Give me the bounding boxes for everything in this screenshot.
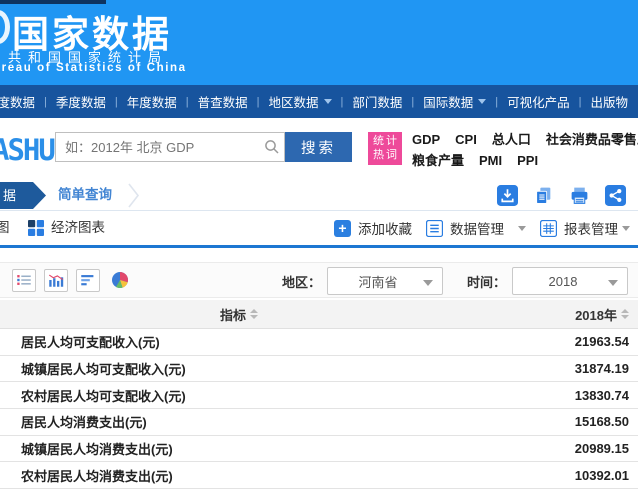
download-icon[interactable]	[497, 185, 518, 206]
indicator-cell: 居民人均消费支出(元)	[0, 412, 478, 431]
add-favorite-button[interactable]: 添加收藏	[358, 218, 412, 238]
hot-word-ppi[interactable]: PPI	[517, 153, 538, 168]
nav-item-quarterly[interactable]: 季度数据	[56, 92, 106, 111]
chevron-down-icon	[478, 99, 486, 104]
nav-separator: |	[579, 96, 582, 108]
sort-icon[interactable]	[621, 309, 629, 319]
share-icon[interactable]	[605, 185, 626, 206]
hot-words-badge: 统计 热词	[368, 132, 402, 165]
view-tabs-row: 图 经济图表 + 添加收藏 数据管理 报表管理	[0, 211, 638, 245]
indicator-cell: 居民人均可支配收入(元)	[0, 332, 478, 351]
nav-separator: |	[341, 96, 344, 108]
tab-cut-left[interactable]: 图	[0, 211, 10, 245]
hot-word-cpi[interactable]: CPI	[455, 132, 477, 147]
copy-icon[interactable]	[533, 185, 554, 206]
table-row: 农村居民人均可支配收入(元) 13830.74	[0, 382, 638, 409]
data-table: 指标 2018年 居民人均可支配收入(元) 21963.54 城镇居民人均可支配…	[0, 300, 638, 489]
chevron-down-icon	[324, 99, 332, 104]
hot-word-grain[interactable]: 粮食产量	[412, 153, 464, 168]
chevron-down-icon	[608, 280, 618, 286]
region-dropdown[interactable]: 河南省	[327, 267, 443, 295]
hot-words: GDP CPI 总人口社会消费品零售总额 粮食产量 PMI PPI	[412, 129, 638, 171]
list-view-icon[interactable]	[12, 269, 36, 292]
breadcrumb-chevron-icon	[128, 183, 140, 213]
nav-item-annual[interactable]: 年度数据	[127, 92, 177, 111]
region-label: 地区：	[282, 272, 321, 291]
column-header-indicator[interactable]: 指标	[0, 305, 478, 324]
nav-separator: |	[411, 96, 414, 108]
action-icons	[497, 185, 626, 206]
table-row: 城镇居民人均消费支出(元) 20989.15	[0, 436, 638, 463]
site-header: 国家数据 民共和国国家统计局 ureau of Statistics of Ch…	[0, 0, 638, 85]
economic-chart-icon	[28, 220, 44, 236]
search-input[interactable]	[56, 140, 260, 155]
table-row: 农村居民人均消费支出(元) 10392.01	[0, 462, 638, 489]
table-header: 指标 2018年	[0, 300, 638, 329]
dashu-logo: ASHU	[0, 133, 54, 167]
value-cell: 21963.54	[478, 334, 638, 349]
table-row: 居民人均可支配收入(元) 21963.54	[0, 329, 638, 356]
report-manage-icon	[540, 220, 557, 237]
nav-item-regional[interactable]: 地区数据	[269, 92, 332, 111]
value-cell: 10392.01	[478, 468, 638, 483]
breadcrumb-current[interactable]: 简单查询	[58, 180, 112, 210]
time-dropdown[interactable]: 2018	[512, 267, 628, 295]
nav-item-international[interactable]: 国际数据	[423, 92, 486, 111]
hot-word-population[interactable]: 总人口	[492, 132, 531, 147]
chevron-down-icon[interactable]	[518, 226, 526, 231]
search-section: ASHU 搜索 统计 热词 GDP CPI 总人口社会消费品零售总额 粮食产量 PMI…	[0, 118, 638, 180]
value-cell: 13830.74	[478, 388, 638, 403]
filter-toolbar: 地区： 河南省 时间： 2018	[0, 262, 638, 298]
add-icon[interactable]: +	[334, 220, 351, 237]
report-manage-button[interactable]: 报表管理	[564, 218, 618, 238]
nav-item-department[interactable]: 部门数据	[352, 92, 402, 111]
search-button[interactable]: 搜索	[285, 132, 352, 162]
chevron-down-icon	[423, 280, 433, 286]
nav-item-publications[interactable]: 出版物	[591, 92, 629, 111]
hot-word-gdp[interactable]: GDP	[412, 132, 440, 147]
filters: 地区： 河南省 时间： 2018	[282, 263, 628, 299]
value-cell: 15168.50	[478, 414, 638, 429]
column-header-year[interactable]: 2018年	[478, 305, 638, 324]
time-label: 时间：	[467, 272, 506, 291]
nav-separator: |	[186, 96, 189, 108]
data-manage-button[interactable]: 数据管理	[450, 218, 504, 238]
print-icon[interactable]	[569, 185, 590, 206]
nav-item-census[interactable]: 普查数据	[198, 92, 248, 111]
sort-icon[interactable]	[250, 309, 258, 319]
indicator-cell: 农村居民人均可支配收入(元)	[0, 386, 478, 405]
nav-separator: |	[257, 96, 260, 108]
data-manage-icon	[426, 220, 443, 237]
indicator-cell: 城镇居民人均消费支出(元)	[0, 439, 478, 458]
hbar-view-icon[interactable]	[76, 269, 100, 292]
nav-separator: |	[115, 96, 118, 108]
search-box	[55, 132, 285, 162]
site-subtitle-en: ureau of Statistics of China	[0, 62, 187, 74]
chevron-down-icon[interactable]	[622, 226, 630, 231]
view-switcher	[12, 269, 132, 292]
table-actions: + 添加收藏 数据管理 报表管理	[334, 211, 630, 245]
nav-separator: |	[495, 96, 498, 108]
hot-word-retail[interactable]: 社会消费品零售总额	[546, 132, 638, 147]
nav-item-visualization[interactable]: 可视化产品	[507, 92, 570, 111]
table-row: 城镇居民人均可支配收入(元) 31874.19	[0, 356, 638, 383]
breadcrumb-tab[interactable]: 据	[0, 182, 46, 209]
nav-separator: |	[44, 96, 47, 108]
table-row: 居民人均消费支出(元) 15168.50	[0, 409, 638, 436]
emblem-icon	[0, 10, 10, 44]
main-nav: 月度数据 | 季度数据 | 年度数据 | 普查数据 | 地区数据 | 部门数据 …	[0, 85, 638, 118]
pie-chart-view-icon[interactable]	[108, 269, 132, 292]
indicator-cell: 农村居民人均消费支出(元)	[0, 466, 478, 485]
hot-word-pmi[interactable]: PMI	[479, 153, 502, 168]
tab-economic-charts[interactable]: 经济图表	[51, 211, 105, 245]
indicator-cell: 城镇居民人均可支配收入(元)	[0, 359, 478, 378]
nav-item-monthly[interactable]: 月度数据	[0, 92, 35, 111]
search-icon[interactable]	[260, 139, 284, 155]
value-cell: 31874.19	[478, 361, 638, 376]
value-cell: 20989.15	[478, 441, 638, 456]
bar-chart-view-icon[interactable]	[44, 269, 68, 292]
breadcrumb: 据 简单查询	[0, 180, 638, 211]
